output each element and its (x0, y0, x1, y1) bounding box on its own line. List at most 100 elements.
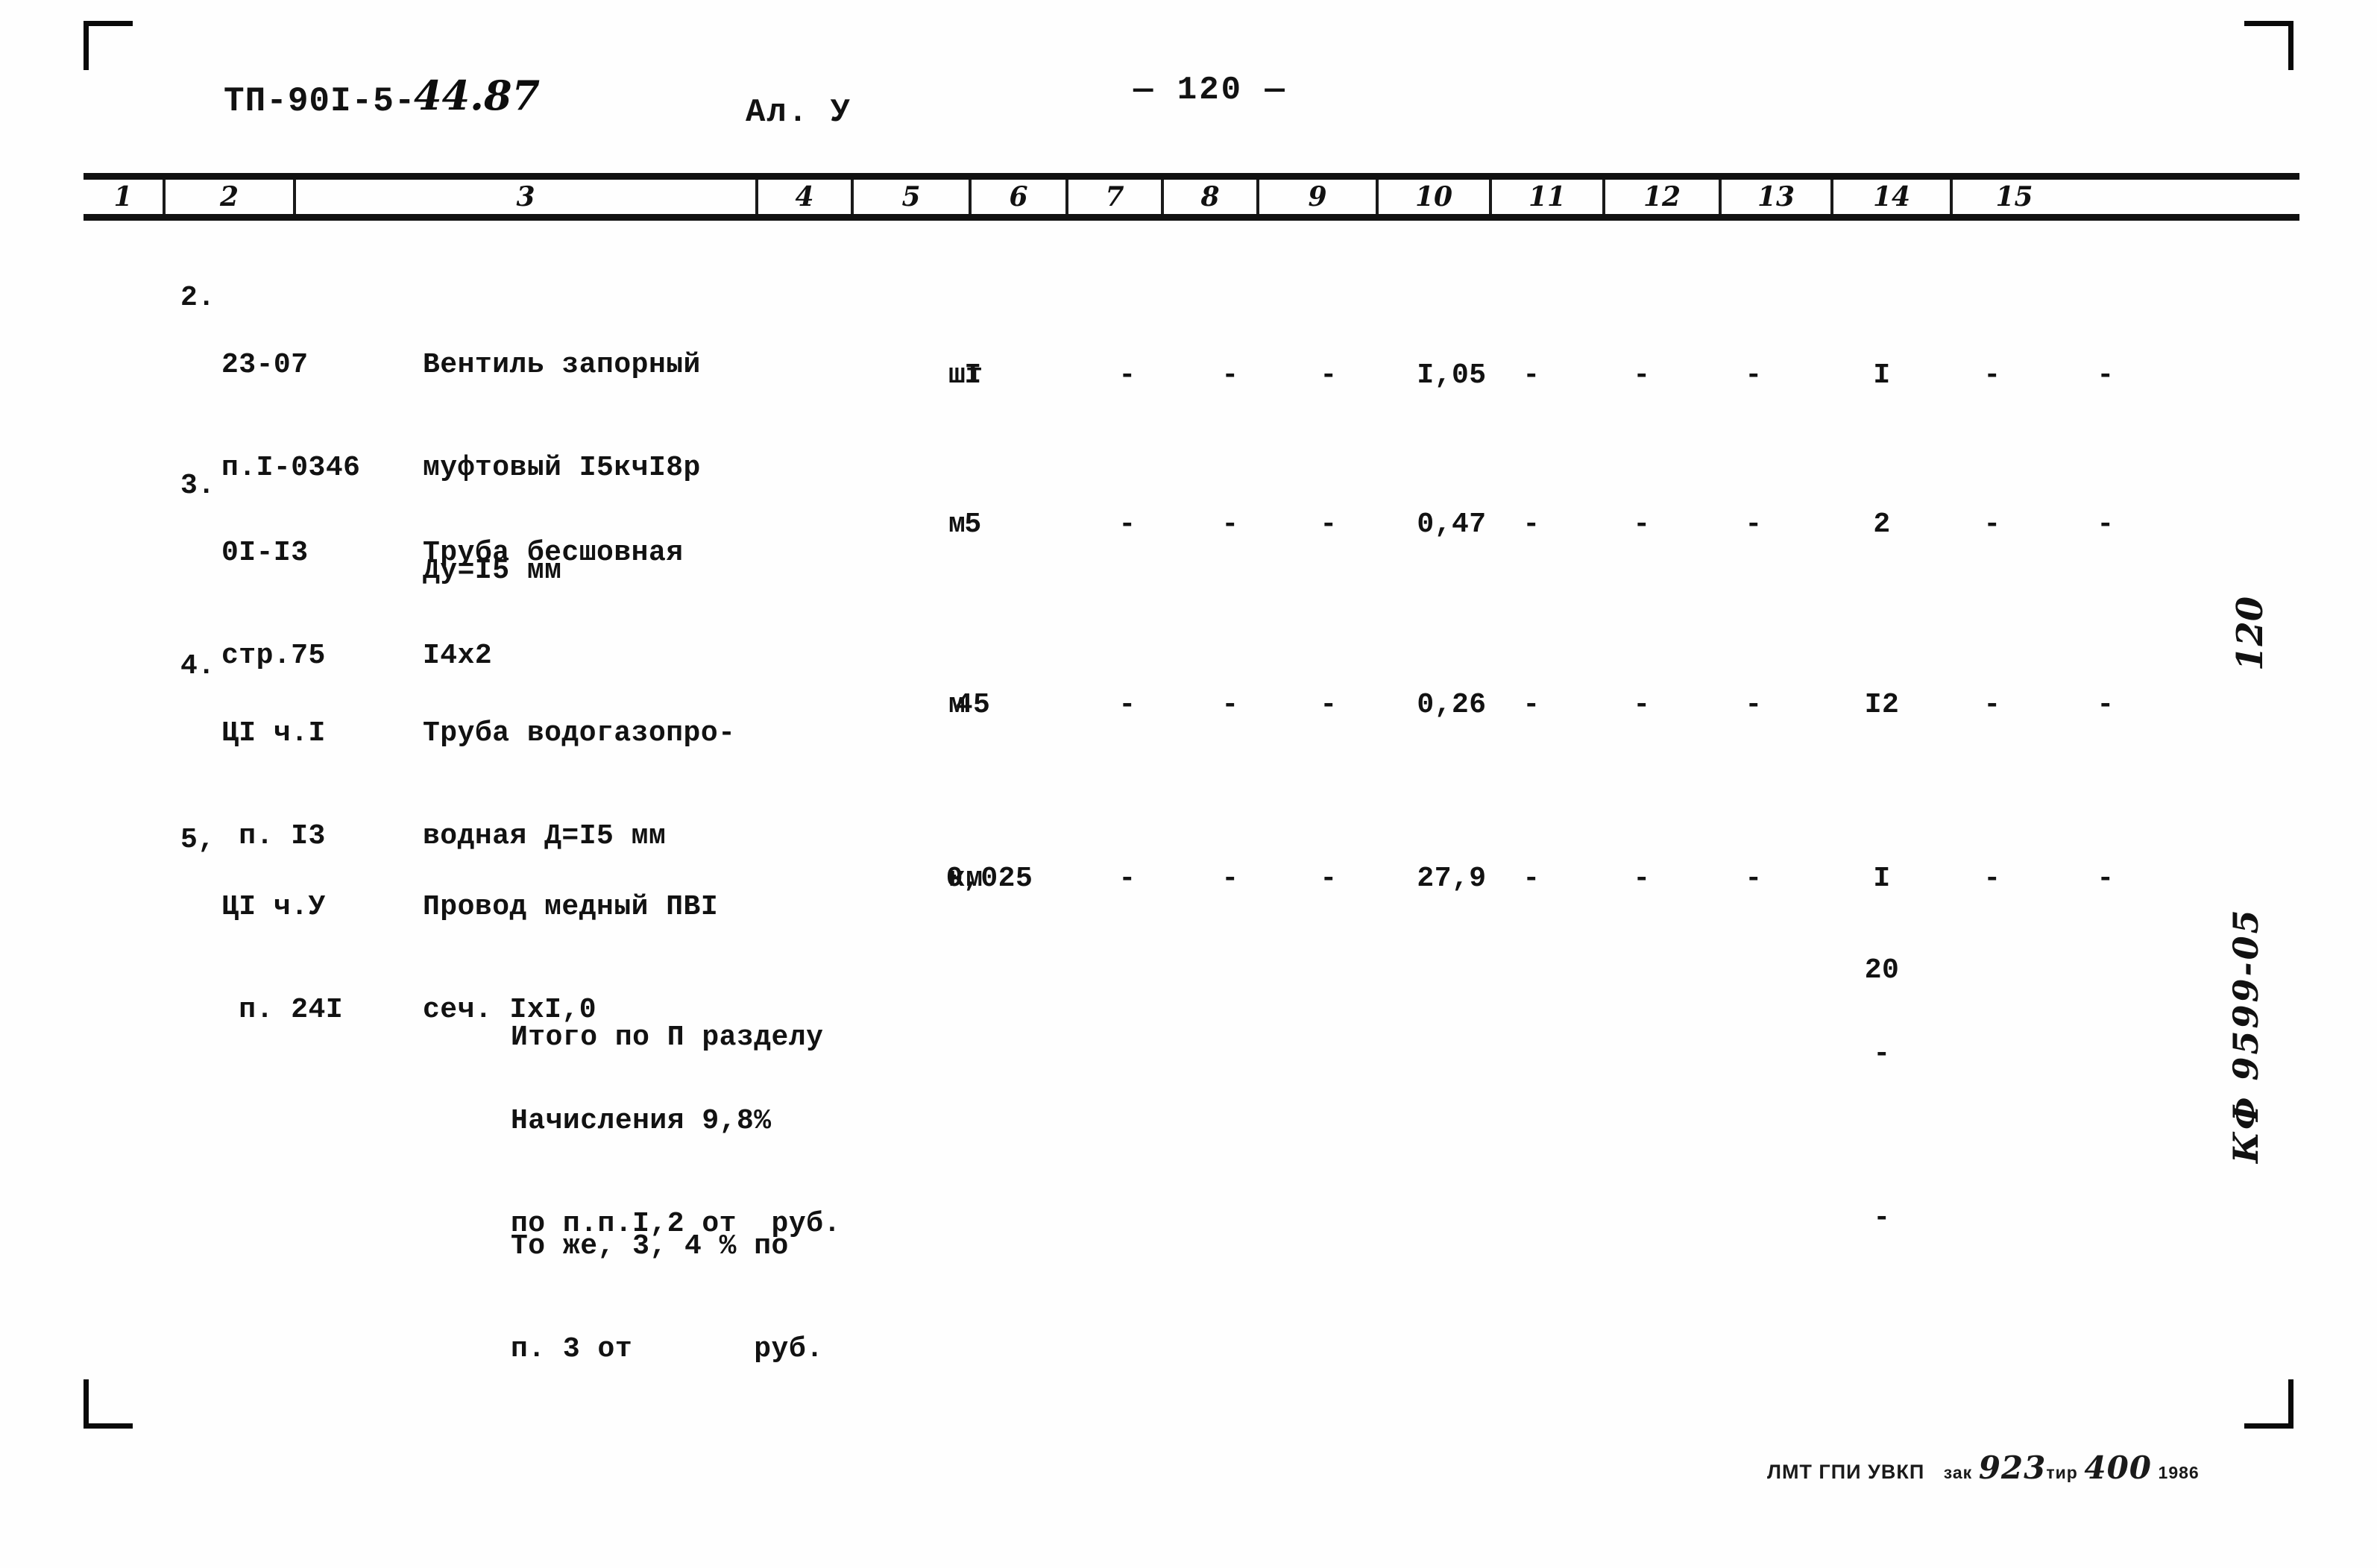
summary-row: Итого по П разделу 20 (84, 954, 2299, 1054)
column-header-10: 10 (1379, 180, 1492, 214)
row-unit: м (948, 509, 966, 541)
table-row: 4. ЦI ч.I п. I3 Труба водогазопро- водна… (84, 650, 2299, 852)
column-header-1: 1 (84, 180, 166, 214)
column-header-14: 14 (1833, 180, 1953, 214)
column-header-7: 7 (1068, 180, 1164, 214)
row-value-c5: I (964, 359, 982, 391)
summary-label: То же, 3, 4 % по п. 3 от руб. (511, 1163, 823, 1433)
summary-value-c13: - (1873, 1202, 1891, 1234)
row-value-c7: - (1221, 359, 1239, 391)
row-code-line: 0I-I3 (221, 537, 309, 569)
column-header-3: 3 (296, 180, 758, 214)
row-name-line: Труба бесшовная (423, 537, 684, 569)
margin-page-number: 120 (2229, 596, 2271, 671)
row-value-c11: - (1633, 359, 1651, 391)
column-header-4: 4 (758, 180, 854, 214)
row-value-c7: - (1221, 863, 1239, 895)
document-code-typed: ТП-90I-5- (224, 82, 416, 121)
row-value-c8: - (1320, 689, 1338, 721)
row-value-c6: - (1118, 509, 1136, 541)
column-header-5: 5 (854, 180, 972, 214)
row-code-line: 23-07 (221, 349, 309, 381)
row-value-c14: - (1983, 509, 2001, 541)
row-value-c14: - (1983, 689, 2001, 721)
print-year: 1986 (2158, 1463, 2200, 1482)
row-value-c13: I (1873, 863, 1891, 895)
printer-name: ЛМТ ГПИ УВКП (1767, 1461, 1925, 1483)
row-value-c10: - (1523, 863, 1540, 895)
row-code-line: ЦI ч.I (221, 717, 326, 749)
row-name-line: Труба водогазопро- (423, 717, 736, 749)
summary-label-line: п. 3 от руб. (511, 1333, 824, 1365)
scanned-page: ТП-90I-5- 44.87 Ал. У — 120 — 1 2 3 4 5 … (0, 0, 2377, 1568)
row-value-c5: 5 (964, 509, 982, 541)
row-value-c5: 0,025 (945, 863, 1033, 895)
summary-row: То же, 3, 4 % по п. 3 от руб. - (84, 1163, 2299, 1365)
table-row: 2. 23-07 п.I-0346 Вентиль запорный муфто… (84, 282, 2299, 587)
row-value-c9: I,05 (1417, 359, 1487, 391)
row-name-line: Провод медный ПВI (423, 891, 719, 923)
row-value-c15: - (2097, 689, 2115, 721)
row-value-c8: - (1320, 863, 1338, 895)
row-value-c13: I2 (1864, 689, 1900, 721)
row-value-c15: - (2097, 863, 2115, 895)
summary-value-c13: - (1873, 1038, 1891, 1070)
summary-label-line: То же, 3, 4 % по (511, 1230, 789, 1262)
row-value-c6: - (1118, 689, 1136, 721)
row-code-line: ЦI ч.У (221, 891, 326, 923)
column-header-11: 11 (1492, 180, 1605, 214)
row-value-c10: - (1523, 359, 1540, 391)
row-value-c15: - (2097, 509, 2115, 541)
row-value-c7: - (1221, 509, 1239, 541)
table-row: 5, ЦI ч.У п. 24I Провод медный ПВI сеч. … (84, 824, 2299, 1026)
row-value-c13: 2 (1873, 509, 1891, 541)
row-value-c5: 45 (955, 689, 991, 721)
column-header-2: 2 (166, 180, 296, 214)
summary-label-line: Начисления 9,8% (511, 1105, 772, 1137)
album-label: Ал. У (746, 94, 852, 131)
row-value-c13: I (1873, 359, 1891, 391)
row-name-line: Вентиль запорный (423, 349, 701, 381)
column-header-8: 8 (1164, 180, 1259, 214)
summary-value-c13: 20 (1864, 954, 1900, 986)
row-value-c14: - (1983, 359, 2001, 391)
row-value-c11: - (1633, 509, 1651, 541)
row-value-c12: - (1745, 359, 1763, 391)
crop-mark-top-right (2244, 21, 2293, 70)
row-value-c9: 0,26 (1417, 689, 1487, 721)
row-value-c6: - (1118, 863, 1136, 895)
column-header-9: 9 (1259, 180, 1379, 214)
row-value-c15: - (2097, 359, 2115, 391)
column-header-12: 12 (1605, 180, 1722, 214)
table-column-header: 1 2 3 4 5 6 7 8 9 10 11 12 13 14 15 (84, 173, 2299, 221)
run-number: 400 (2084, 1449, 2153, 1486)
row-value-c8: - (1320, 509, 1338, 541)
column-header-15: 15 (1995, 181, 2033, 212)
margin-archive-code: КФ 9599-05 (2226, 907, 2266, 1163)
run-label: тир (2046, 1463, 2078, 1482)
summary-row: Начисления 9,8% по п.п.I,2 от руб. - (84, 1038, 2299, 1240)
row-value-c10: - (1523, 509, 1540, 541)
row-value-c10: - (1523, 689, 1540, 721)
table-row: 3. 0I-I3 стр.75 Труба бесшовная I4x2 м 5… (84, 470, 2299, 672)
row-value-c11: - (1633, 689, 1651, 721)
row-value-c12: - (1745, 689, 1763, 721)
row-value-c7: - (1221, 689, 1239, 721)
row-value-c9: 27,9 (1417, 863, 1487, 895)
row-value-c12: - (1745, 863, 1763, 895)
document-code-handwritten: 44.87 (414, 72, 541, 119)
page-marker: — 120 — (1133, 72, 1287, 109)
row-value-c8: - (1320, 359, 1338, 391)
row-value-c14: - (1983, 863, 2001, 895)
row-value-c12: - (1745, 509, 1763, 541)
row-value-c6: - (1118, 359, 1136, 391)
crop-mark-bottom-right (2244, 1379, 2293, 1429)
column-header-6: 6 (972, 180, 1068, 214)
column-header-13: 13 (1722, 180, 1833, 214)
row-value-c9: 0,47 (1417, 509, 1487, 541)
order-label: зак (1943, 1463, 1973, 1482)
crop-mark-bottom-left (84, 1379, 133, 1429)
row-value-c11: - (1633, 863, 1651, 895)
printer-imprint: ЛМТ ГПИ УВКП зак 923тир 400 1986 (1767, 1449, 2200, 1486)
row-unit: шт (948, 359, 983, 391)
